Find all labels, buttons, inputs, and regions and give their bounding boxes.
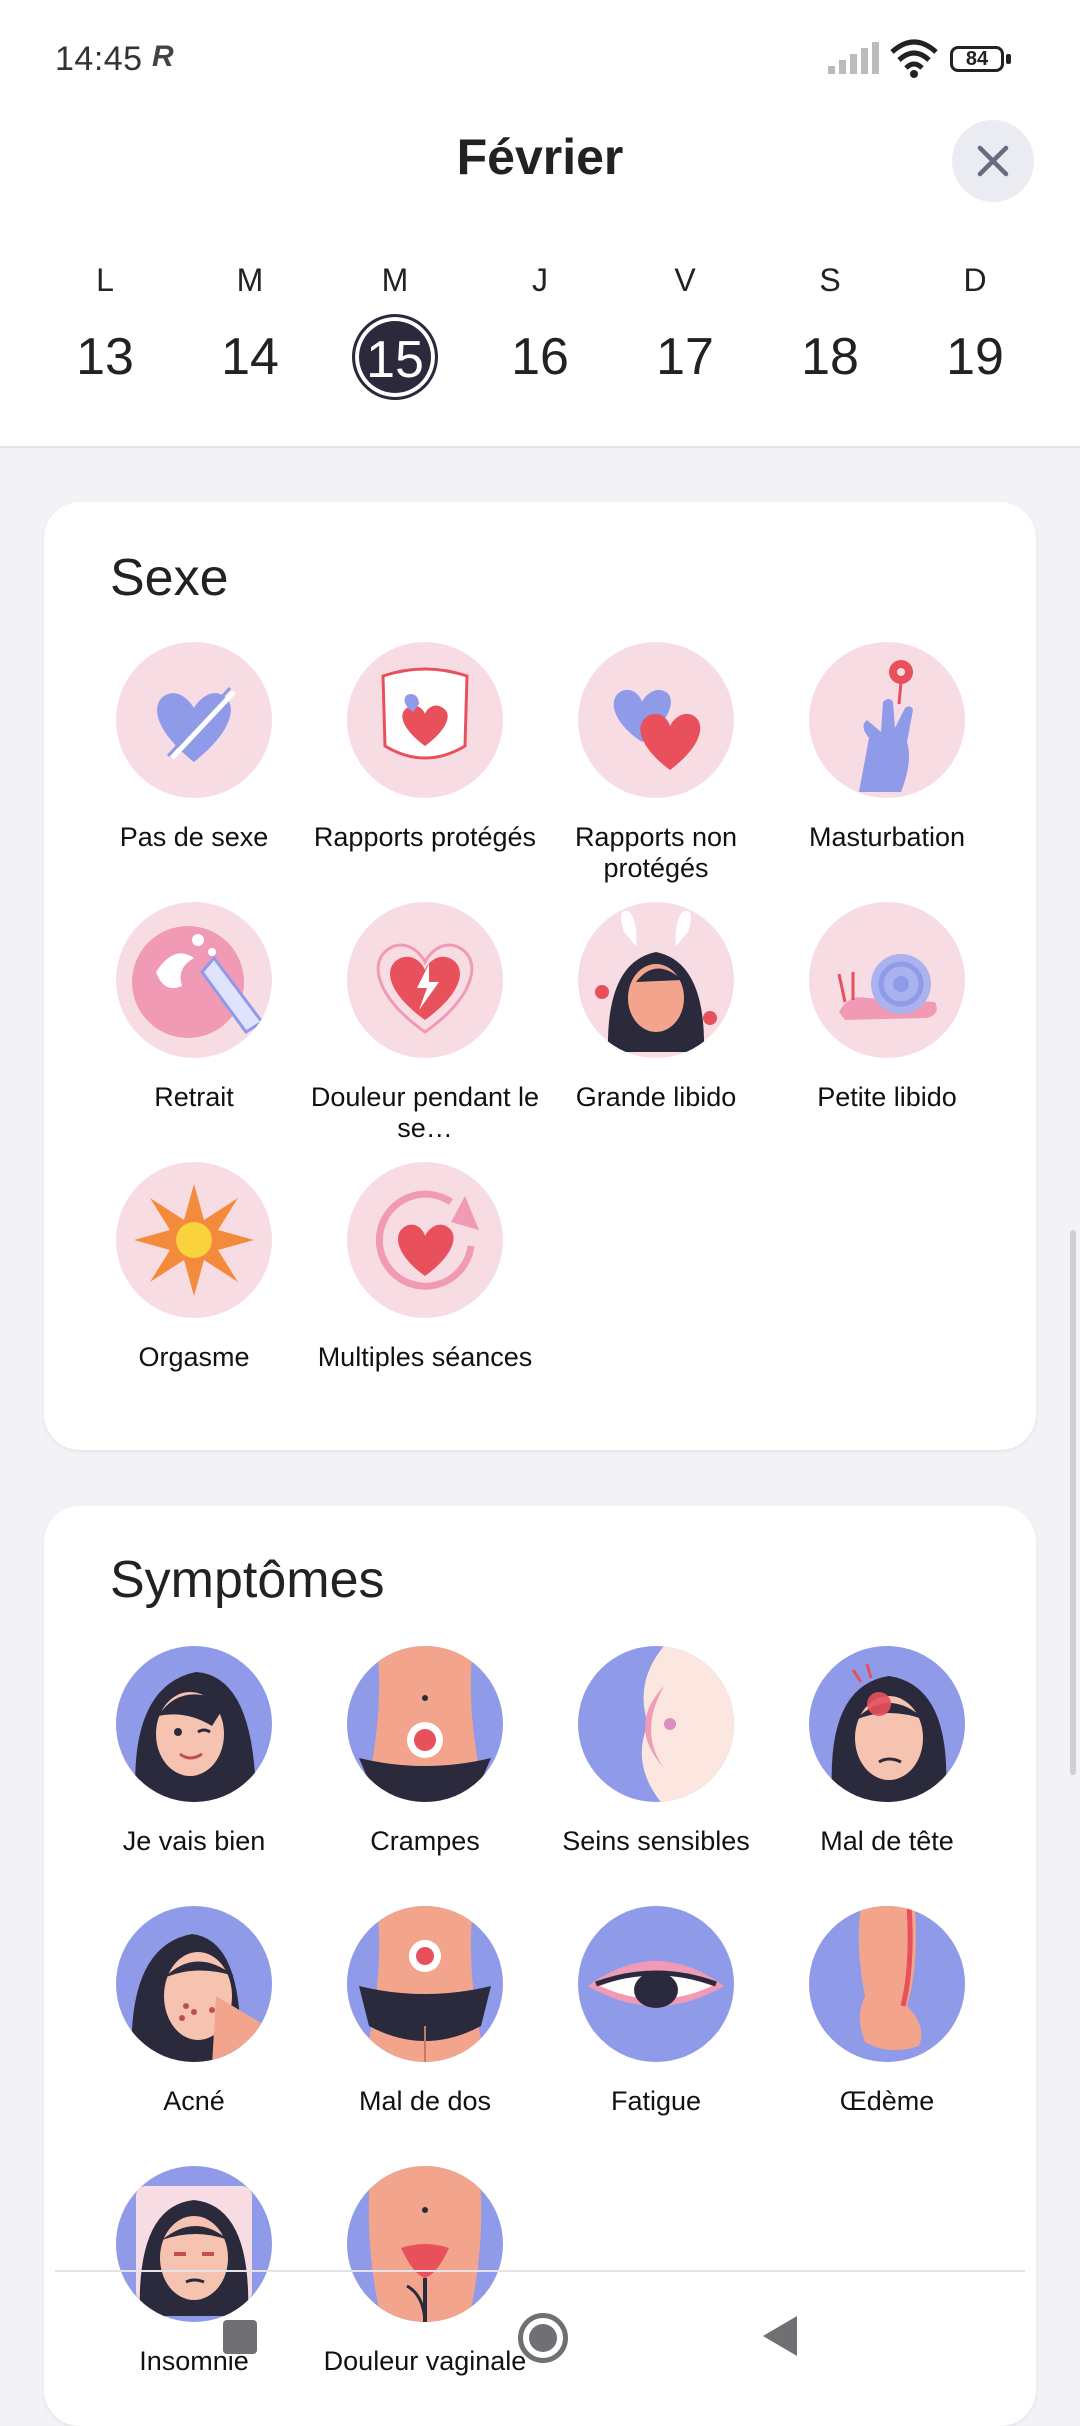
item-label: Rapports non protégés [574, 822, 738, 883]
symptome-item-mal-de-dos[interactable]: Mal de dos [309, 1906, 541, 2117]
day-15-selected[interactable]: M 15 [335, 250, 455, 420]
back-icon[interactable] [763, 2316, 797, 2356]
bunny-woman-icon [578, 902, 734, 1058]
item-label: Rapports protégés [313, 822, 537, 852]
item-label: Mal de tête [820, 1826, 954, 1856]
recent-apps-icon[interactable] [223, 2320, 257, 2354]
sexe-item-grande-libido[interactable]: Grande libido [540, 902, 772, 1113]
swollen-leg-icon [809, 1906, 965, 2062]
crossed-heart-icon [116, 642, 272, 798]
sexe-item-orgasme[interactable]: Orgasme [78, 1162, 310, 1373]
sexe-item-masturbation[interactable]: Masturbation [771, 642, 1003, 853]
broken-heart-icon [347, 902, 503, 1058]
item-label: Multiples séances [317, 1342, 533, 1372]
sexe-item-rapports-proteges[interactable]: Rapports protégés [309, 642, 541, 853]
day-17[interactable]: V 17 [625, 250, 745, 420]
battery-level: 84 [950, 46, 1004, 72]
repeat-heart-icon [347, 1162, 503, 1318]
day-letter: D [963, 262, 987, 298]
item-label: Masturbation [808, 822, 966, 852]
day-16[interactable]: J 16 [480, 250, 600, 420]
day-14[interactable]: M 14 [190, 250, 310, 420]
day-number: 18 [801, 328, 859, 386]
sexe-item-douleur-pendant[interactable]: Douleur pendant le se… [309, 902, 541, 1144]
item-label: Œdème [839, 2086, 935, 2116]
item-label: Crampes [370, 1826, 480, 1856]
status-r-icon: R [152, 40, 174, 73]
day-number: 15 [352, 314, 438, 400]
day-number: 13 [76, 328, 134, 386]
status-time: 14:45 [55, 40, 143, 78]
sexe-item-pas-de-sexe[interactable]: Pas de sexe [78, 642, 310, 853]
headache-icon [809, 1646, 965, 1802]
sexe-item-petite-libido[interactable]: Petite libido [771, 902, 1003, 1113]
day-number: 16 [511, 328, 569, 386]
section-title-sexe: Sexe [110, 549, 229, 607]
sexe-item-multiples-seances[interactable]: Multiples séances [309, 1162, 541, 1373]
item-label: Acné [163, 2086, 225, 2116]
two-hearts-icon [578, 642, 734, 798]
symptome-item-oedeme[interactable]: Œdème [771, 1906, 1003, 2117]
header-panel: 14:45 R 84 Février L 13 M 14 M 15 J 16 V… [0, 0, 1080, 448]
day-number: 19 [946, 328, 1004, 386]
close-icon [977, 145, 1009, 177]
home-icon[interactable] [518, 2313, 568, 2363]
day-letter: J [532, 262, 548, 298]
symptome-item-seins-sensibles[interactable]: Seins sensibles [540, 1646, 772, 1857]
battery-icon: 84 [950, 46, 1014, 76]
happy-face-icon [116, 1646, 272, 1802]
item-label: Je vais bien [122, 1826, 266, 1856]
day-number: 17 [656, 328, 714, 386]
breast-icon [578, 1646, 734, 1802]
snail-icon [809, 902, 965, 1058]
day-letter: S [819, 262, 841, 298]
item-label: Petite libido [817, 1082, 957, 1112]
scrollbar[interactable] [1070, 1230, 1076, 1775]
week-strip: L 13 M 14 M 15 J 16 V 17 S 18 D 19 [0, 250, 1080, 420]
acne-icon [116, 1906, 272, 2062]
day-letter: M [381, 262, 409, 298]
day-letter: V [674, 262, 696, 298]
item-label: Grande libido [575, 1082, 737, 1112]
back-pain-icon [347, 1906, 503, 2062]
sexe-item-retrait[interactable]: Retrait [78, 902, 310, 1113]
item-label: Fatigue [610, 2086, 702, 2116]
hand-flower-icon [809, 642, 965, 798]
symptome-item-je-vais-bien[interactable]: Je vais bien [78, 1646, 310, 1857]
sexe-card: Sexe Pas de sexe Rapports protégés Rappo… [44, 502, 1036, 1450]
symptome-item-crampes[interactable]: Crampes [309, 1646, 541, 1857]
tired-eye-icon [578, 1906, 734, 2062]
symptome-item-acne[interactable]: Acné [78, 1906, 310, 2117]
symptome-item-fatigue[interactable]: Fatigue [540, 1906, 772, 2117]
day-letter: L [96, 262, 114, 298]
symptome-item-mal-de-tete[interactable]: Mal de tête [771, 1646, 1003, 1857]
day-number: 14 [221, 328, 279, 386]
signal-icon [828, 42, 879, 74]
day-19[interactable]: D 19 [915, 250, 1035, 420]
burst-icon [116, 1162, 272, 1318]
item-label: Pas de sexe [119, 822, 269, 852]
cramps-icon [347, 1646, 503, 1802]
splash-icon [116, 902, 272, 1058]
close-button[interactable] [952, 120, 1034, 202]
section-title-symptomes: Symptômes [110, 1551, 385, 1609]
item-label: Seins sensibles [562, 1826, 750, 1856]
item-label: Retrait [154, 1082, 234, 1112]
wifi-icon [890, 39, 938, 78]
day-18[interactable]: S 18 [770, 250, 890, 420]
page-title: Février [456, 129, 624, 185]
item-label: Douleur pendant le se… [310, 1082, 540, 1143]
day-13[interactable]: L 13 [45, 250, 165, 420]
shield-heart-icon [347, 642, 503, 798]
day-letter: M [236, 262, 264, 298]
item-label: Mal de dos [358, 2086, 492, 2116]
status-bar: 14:45 R 84 [0, 0, 1080, 120]
sexe-item-rapports-non-proteges[interactable]: Rapports non protégés [540, 642, 772, 884]
item-label: Orgasme [138, 1342, 250, 1372]
